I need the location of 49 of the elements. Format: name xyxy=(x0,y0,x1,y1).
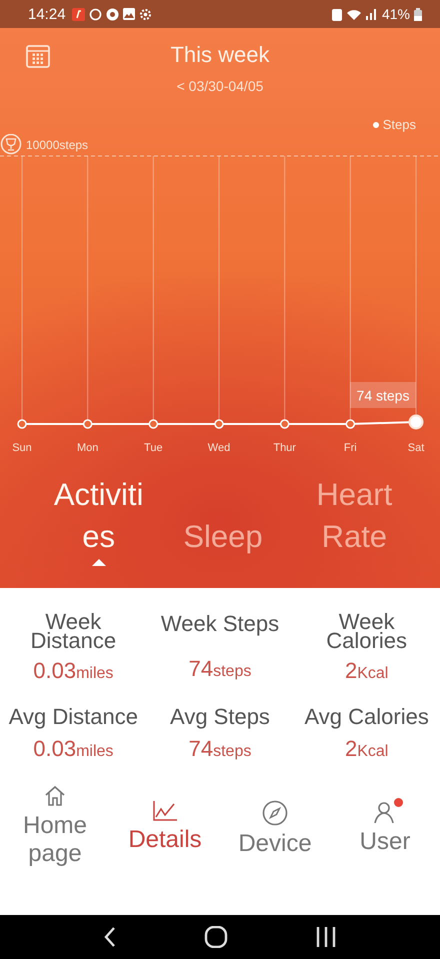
signal-icon xyxy=(366,8,378,20)
legend-dot xyxy=(372,122,379,128)
page-title: This week xyxy=(170,42,270,68)
day-label: Thur xyxy=(273,442,296,454)
circle-icon xyxy=(88,8,102,20)
metric-label: Avg Distance xyxy=(8,704,138,728)
calendar-icon[interactable] xyxy=(26,44,50,68)
goal-label: 10000steps xyxy=(26,138,88,152)
metric-label: Week Distance xyxy=(30,612,118,650)
battery-saver-icon xyxy=(332,8,342,20)
category-tab[interactable]: Sleep xyxy=(162,516,283,558)
day-label: Sun xyxy=(12,442,32,454)
day-label: Wed xyxy=(208,442,230,454)
data-point[interactable] xyxy=(408,414,424,430)
day-label: Sat xyxy=(408,442,424,454)
metric-value: 74steps xyxy=(188,736,252,762)
day-label: Fri xyxy=(344,442,357,454)
back-icon[interactable] xyxy=(103,926,118,948)
trophy-icon xyxy=(0,134,22,154)
metric-label: Week Calories xyxy=(325,612,408,650)
chart-icon xyxy=(152,800,178,822)
metric-value: 2Kcal xyxy=(344,658,388,684)
status-time: 14:24 xyxy=(28,6,66,22)
nav-tab[interactable]: Details xyxy=(110,800,220,854)
battery-icon xyxy=(414,8,422,20)
metric-value: 2Kcal xyxy=(344,736,388,762)
legend-label: Steps xyxy=(382,117,416,132)
metric-value: 0.03miles xyxy=(33,658,114,684)
day-label: Tue xyxy=(144,442,163,454)
metric-label: Avg Calories xyxy=(304,704,429,728)
category-tab[interactable]: Activities xyxy=(46,474,152,566)
metric-value: 0.03miles xyxy=(33,736,114,762)
app-icon xyxy=(72,8,85,20)
nav-tab[interactable]: User xyxy=(330,800,440,856)
metric-value: 74steps xyxy=(188,656,252,682)
gear-icon xyxy=(138,8,152,20)
battery-percent: 41% xyxy=(382,6,410,22)
day-label: Mon xyxy=(76,442,98,454)
disc-icon xyxy=(106,8,119,20)
home-button-icon[interactable] xyxy=(204,926,228,948)
nav-tab[interactable]: Device xyxy=(220,800,330,858)
value-tooltip: 74 steps xyxy=(350,382,416,408)
compass-icon xyxy=(262,800,288,826)
image-icon xyxy=(122,8,135,20)
nav-tab[interactable]: Home page xyxy=(17,784,93,868)
wifi-icon xyxy=(346,8,362,20)
home-icon xyxy=(43,784,67,808)
metric-label: Avg Steps xyxy=(170,704,270,728)
recents-icon[interactable] xyxy=(314,927,337,947)
